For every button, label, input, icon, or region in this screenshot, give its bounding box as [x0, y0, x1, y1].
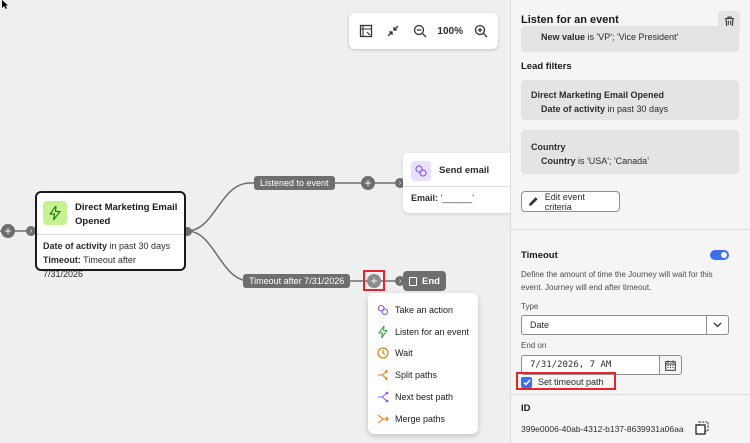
filter-card-email-opened[interactable]: Direct Marketing Email Opened Date of ac… — [521, 80, 739, 120]
edit-event-criteria-button[interactable]: Edit event criteria — [521, 191, 620, 212]
menu-item-next-best-path[interactable]: Next best path — [368, 386, 478, 408]
menu-item-split-paths[interactable]: Split paths — [368, 364, 478, 386]
timeout-key: Timeout: — [43, 255, 81, 265]
add-node-menu: Take an action Listen for an event Wait … — [368, 293, 478, 434]
dropdown-button[interactable] — [706, 316, 728, 334]
filter-key: New value — [541, 32, 586, 42]
menu-item-take-action[interactable]: Take an action — [368, 299, 478, 321]
action-node-header: Send email — [403, 153, 510, 187]
filter-key: Country — [541, 156, 576, 166]
journey-canvas[interactable]: 100% + › Listened to event + › Timeout a… — [0, 0, 510, 443]
filter-card-country[interactable]: Country Country is 'USA'; 'Canada' — [521, 130, 739, 174]
menu-item-label: Take an action — [395, 304, 454, 315]
timeout-title: Timeout — [521, 250, 558, 261]
selected-type: Date — [530, 320, 550, 330]
timeout-type-select[interactable]: Date — [521, 315, 729, 335]
filter-key: Date of activity — [541, 104, 606, 114]
end-node[interactable]: End — [403, 271, 446, 291]
calendar-icon — [665, 360, 676, 371]
end-on-date-value: 7/31/2026, 7 AM — [530, 360, 612, 370]
edit-button-label: Edit event criteria — [544, 191, 585, 212]
end-node-label: End — [422, 275, 440, 287]
id-label: ID — [521, 403, 531, 414]
menu-item-label: Next best path — [395, 392, 454, 403]
condition-key: Date of activity — [43, 241, 108, 251]
action-node-send-email[interactable]: Send email Email: '______' — [403, 153, 510, 213]
menu-item-merge-paths[interactable]: Merge paths — [368, 408, 478, 430]
pencil-icon — [528, 197, 538, 206]
merge-icon — [376, 412, 389, 425]
email-field-key: Email: — [411, 193, 439, 203]
filter-card-partial[interactable]: New value is 'VP'; 'Vice President' — [521, 26, 739, 52]
menu-item-listen-event[interactable]: Listen for an event — [368, 321, 478, 343]
section-divider — [511, 394, 750, 395]
menu-item-label: Wait — [395, 348, 413, 359]
next-best-icon — [376, 391, 389, 404]
action-node-body: Email: '______' — [403, 187, 510, 209]
email-field-value: '______' — [438, 193, 474, 203]
lightning-icon — [43, 201, 67, 225]
action-icon — [376, 303, 389, 316]
section-divider — [511, 229, 750, 230]
add-node-button-left[interactable]: + — [1, 224, 15, 238]
calendar-button[interactable] — [660, 355, 682, 375]
add-node-button-listened[interactable]: + — [361, 176, 375, 190]
timeout-description: Define the amount of time the Journey wi… — [521, 270, 713, 292]
type-label: Type — [521, 302, 539, 311]
menu-item-label: Listen for an event — [395, 326, 470, 337]
lightning-icon — [376, 325, 389, 338]
path-label-timeout[interactable]: Timeout after 7/31/2026 — [243, 274, 351, 288]
highlight-set-timeout-path — [516, 372, 616, 390]
timeout-toggle[interactable] — [710, 250, 729, 260]
split-icon — [376, 369, 389, 382]
condition-value: in past 30 days — [107, 241, 171, 251]
action-icon — [411, 160, 431, 181]
chevron-down-icon — [713, 322, 722, 328]
lead-filters-title: Lead filters — [521, 61, 572, 72]
menu-item-label: Merge paths — [395, 413, 446, 424]
highlight-add-button — [363, 270, 385, 291]
filter-title: Country — [531, 142, 566, 152]
clock-icon — [376, 347, 389, 360]
event-node-title: Direct Marketing Email Opened — [75, 202, 178, 227]
path-label-listened[interactable]: Listened to event — [254, 176, 335, 190]
filter-title: Direct Marketing Email Opened — [531, 90, 665, 100]
event-node-header: Direct Marketing Email Opened — [37, 193, 184, 235]
copy-icon[interactable] — [695, 421, 709, 435]
action-node-title: Send email — [439, 165, 490, 176]
filter-value: is 'USA'; 'Canada' — [575, 156, 649, 166]
event-node-email-opened[interactable]: Direct Marketing Email Opened Date of ac… — [35, 191, 186, 279]
filter-value: is 'VP'; 'Vice President' — [585, 32, 679, 42]
menu-item-wait[interactable]: Wait — [368, 343, 478, 365]
filter-value: in past 30 days — [605, 104, 669, 114]
id-value: 399e0006-40ab-4312-b137-8639931a06aa — [521, 424, 684, 434]
stop-square-icon — [409, 276, 418, 286]
properties-panel: Listen for an event New value is 'VP'; '… — [510, 0, 750, 443]
event-node-body: Date of activity in past 30 days Timeout… — [37, 235, 184, 285]
end-on-label: End on — [521, 341, 547, 350]
menu-item-label: Split paths — [395, 370, 438, 381]
